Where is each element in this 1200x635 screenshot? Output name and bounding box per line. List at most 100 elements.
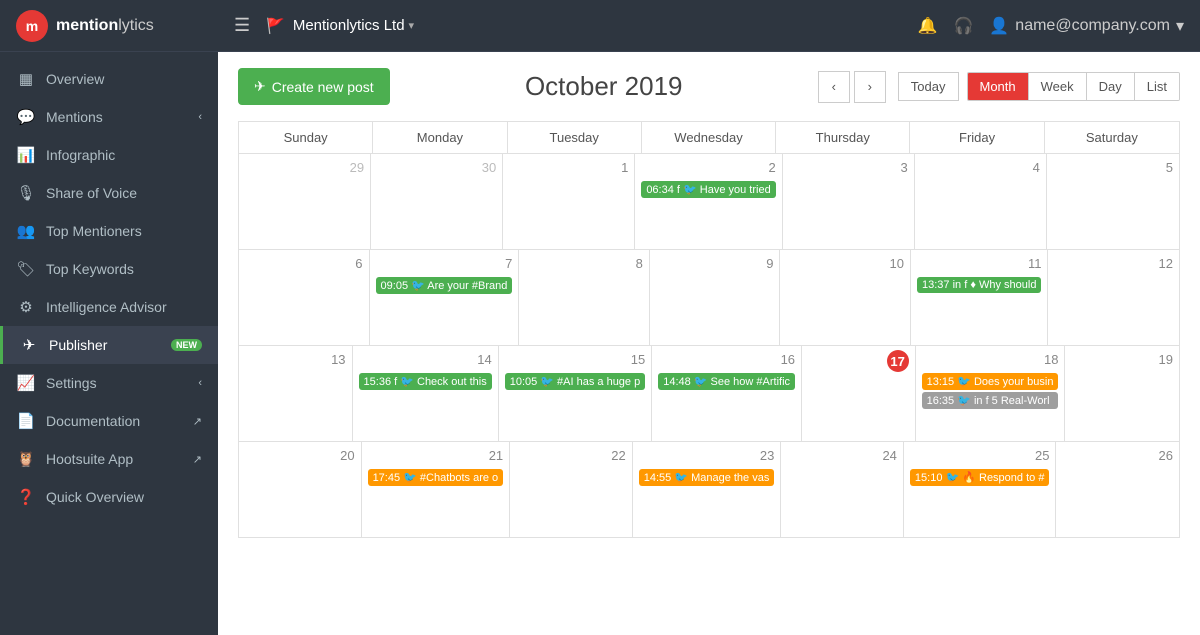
calendar-cell-7[interactable]: 7 09:05 🐦 Are your #Brand <box>370 250 520 345</box>
calendar-cell-18[interactable]: 1813:15 🐦 Does your busin16:35 🐦 in f 5 … <box>916 346 1066 441</box>
calendar-cell-26[interactable]: 26 <box>1056 442 1179 537</box>
calendar-week-4: 20 2117:45 🐦 #Chatbots are o 22 2314:55 🐦 M… <box>239 442 1179 537</box>
hamburger-icon[interactable]: ☰ <box>234 15 250 36</box>
calendar-cell-3[interactable]: 3 <box>783 154 915 249</box>
calendar-event[interactable]: 06:34 f 🐦 Have you tried <box>641 181 775 198</box>
sidebar-item-settings[interactable]: 📈 Settings ‹ <box>0 364 218 402</box>
calendar-cell-8[interactable]: 8 <box>519 250 650 345</box>
sidebar-item-mentions[interactable]: 💬 Mentions ‹ <box>0 98 218 136</box>
calendar-event[interactable]: 13:15 🐦 Does your busin <box>922 373 1059 390</box>
calendar-cell-23[interactable]: 2314:55 🐦 Manage the vas <box>633 442 782 537</box>
calendar-cell-11[interactable]: 1113:37 in f ♦ Why should <box>911 250 1048 345</box>
calendar-event[interactable]: 17:45 🐦 #Chatbots are o <box>368 469 504 486</box>
calendar-cell-15[interactable]: 1510:05 🐦 #AI has a huge p <box>499 346 653 441</box>
calendar-cell-17[interactable]: 17 <box>802 346 916 441</box>
calendar-cell-2[interactable]: 2 06:34 f 🐦 Have you tried <box>635 154 782 249</box>
date-number: 22 <box>516 446 626 465</box>
date-number: 2 <box>641 158 775 177</box>
badge-publisher: NEW <box>171 339 202 351</box>
next-month-button[interactable]: › <box>854 71 886 103</box>
date-number: 4 <box>921 158 1040 177</box>
topbar: ☰ 🚩 Mentionlytics Ltd ▾ 🔔 🎧 👤 name@compa… <box>218 0 1200 52</box>
calendar-cell-25[interactable]: 2515:10 🐦 🔥 Respond to # <box>904 442 1057 537</box>
sidebar-item-intelligence-advisor[interactable]: ⚙ Intelligence Advisor <box>0 288 218 326</box>
sidebar-item-top-keywords[interactable]: 🏷 Top Keywords <box>0 250 218 288</box>
sidebar-item-top-mentioners[interactable]: 👥 Top Mentioners <box>0 212 218 250</box>
date-number: 7 <box>376 254 513 273</box>
sidebar-item-publisher[interactable]: ✈ Publisher NEW <box>0 326 218 364</box>
sidebar-label-share-of-voice: Share of Voice <box>46 185 202 201</box>
calendar-cell-22[interactable]: 22 <box>510 442 633 537</box>
date-number: 26 <box>1062 446 1173 465</box>
date-number: 29 <box>245 158 364 177</box>
calendar-cell-5[interactable]: 5 <box>1047 154 1179 249</box>
date-number: 6 <box>245 254 363 273</box>
calendar-cell-16[interactable]: 1614:48 🐦 See how #Artific <box>652 346 802 441</box>
arrow-settings: ‹ <box>198 377 202 389</box>
today-button[interactable]: Today <box>898 72 959 101</box>
user-menu[interactable]: 👤 name@company.com ▾ <box>989 16 1184 36</box>
calendar-cell-21[interactable]: 2117:45 🐦 #Chatbots are o <box>362 442 511 537</box>
sidebar-item-hootsuite-app[interactable]: 🦉 Hootsuite App ↗ <box>0 440 218 478</box>
calendar-cell-6[interactable]: 6 <box>239 250 370 345</box>
calendar-cell-10[interactable]: 10 <box>780 250 911 345</box>
calendar-cell-20[interactable]: 20 <box>239 442 362 537</box>
sidebar-label-settings: Settings <box>46 375 198 391</box>
sidebar: m mentionlytics ▦ Overview 💬 Mentions ‹ … <box>0 0 218 635</box>
date-number: 8 <box>525 254 643 273</box>
support-icon[interactable]: 🎧 <box>953 16 973 36</box>
sidebar-item-share-of-voice[interactable]: 🎙 Share of Voice <box>0 174 218 212</box>
calendar-event[interactable]: 14:48 🐦 See how #Artific <box>658 373 795 390</box>
calendar-event[interactable]: 16:35 🐦 in f 5 Real-Worl <box>922 392 1059 409</box>
sidebar-icon-overview: ▦ <box>16 70 36 88</box>
calendar-cell-12[interactable]: 12 <box>1048 250 1179 345</box>
today-date-number: 17 <box>887 350 909 372</box>
topbar-icons: 🔔 🎧 👤 name@company.com ▾ <box>918 16 1184 36</box>
sidebar-item-overview[interactable]: ▦ Overview <box>0 60 218 98</box>
calendar-cell-24[interactable]: 24 <box>781 442 904 537</box>
content-area: ✈ Create new post October 2019 ‹ › Today… <box>218 52 1200 635</box>
calendar-event[interactable]: 15:36 f 🐦 Check out this <box>359 373 492 390</box>
sidebar-icon-hootsuite-app: 🦉 <box>16 450 36 468</box>
day-view-button[interactable]: Day <box>1087 73 1135 100</box>
day-header-wednesday: Wednesday <box>642 122 776 153</box>
sidebar-icon-mentions: 💬 <box>16 108 36 126</box>
date-number: 20 <box>245 446 355 465</box>
arrow-mentions: ‹ <box>198 111 202 123</box>
sidebar-item-infographic[interactable]: 📊 Infographic <box>0 136 218 174</box>
calendar-cell-14[interactable]: 1415:36 f 🐦 Check out this <box>353 346 499 441</box>
calendar-cell-19[interactable]: 19 <box>1065 346 1179 441</box>
calendar-event[interactable]: 10:05 🐦 #AI has a huge p <box>505 373 646 390</box>
date-number: 10 <box>786 254 904 273</box>
calendar-cell-1[interactable]: 1 <box>503 154 635 249</box>
calendar-event[interactable]: 09:05 🐦 Are your #Brand <box>376 277 513 294</box>
calendar-title: October 2019 <box>390 71 818 102</box>
calendar-event[interactable]: 14:55 🐦 Manage the vas <box>639 469 775 486</box>
brand-selector[interactable]: 🚩 Mentionlytics Ltd ▾ <box>266 17 917 35</box>
flag-icon: 🚩 <box>266 17 285 35</box>
calendar-event[interactable]: 15:10 🐦 🔥 Respond to # <box>910 469 1050 486</box>
day-header-friday: Friday <box>910 122 1044 153</box>
sidebar-label-infographic: Infographic <box>46 147 202 163</box>
prev-month-button[interactable]: ‹ <box>818 71 850 103</box>
month-view-button[interactable]: Month <box>968 73 1029 100</box>
sidebar-icon-infographic: 📊 <box>16 146 36 164</box>
list-view-button[interactable]: List <box>1135 73 1179 100</box>
sidebar-item-quick-overview[interactable]: ❓ Quick Overview <box>0 478 218 516</box>
sidebar-icon-top-mentioners: 👥 <box>16 222 36 240</box>
calendar-event[interactable]: 13:37 in f ♦ Why should <box>917 277 1041 293</box>
week-view-button[interactable]: Week <box>1029 73 1087 100</box>
calendar-cell-13[interactable]: 13 <box>239 346 353 441</box>
notification-icon[interactable]: 🔔 <box>918 16 938 36</box>
calendar-grid: SundayMondayTuesdayWednesdayThursdayFrid… <box>238 121 1180 538</box>
sidebar-icon-share-of-voice: 🎙 <box>16 184 36 202</box>
sidebar-icon-intelligence-advisor: ⚙ <box>16 298 36 316</box>
calendar-cell-4[interactable]: 4 <box>915 154 1047 249</box>
calendar-cell-9[interactable]: 9 <box>650 250 781 345</box>
create-post-button[interactable]: ✈ Create new post <box>238 68 390 105</box>
calendar-week-2: 67 09:05 🐦 Are your #Brand 89 10 1113:37 in … <box>239 250 1179 346</box>
sidebar-item-documentation[interactable]: 📄 Documentation ↗ <box>0 402 218 440</box>
calendar-cell-29[interactable]: 29 <box>239 154 371 249</box>
logo-icon: m <box>16 10 48 42</box>
calendar-cell-30[interactable]: 30 <box>371 154 503 249</box>
